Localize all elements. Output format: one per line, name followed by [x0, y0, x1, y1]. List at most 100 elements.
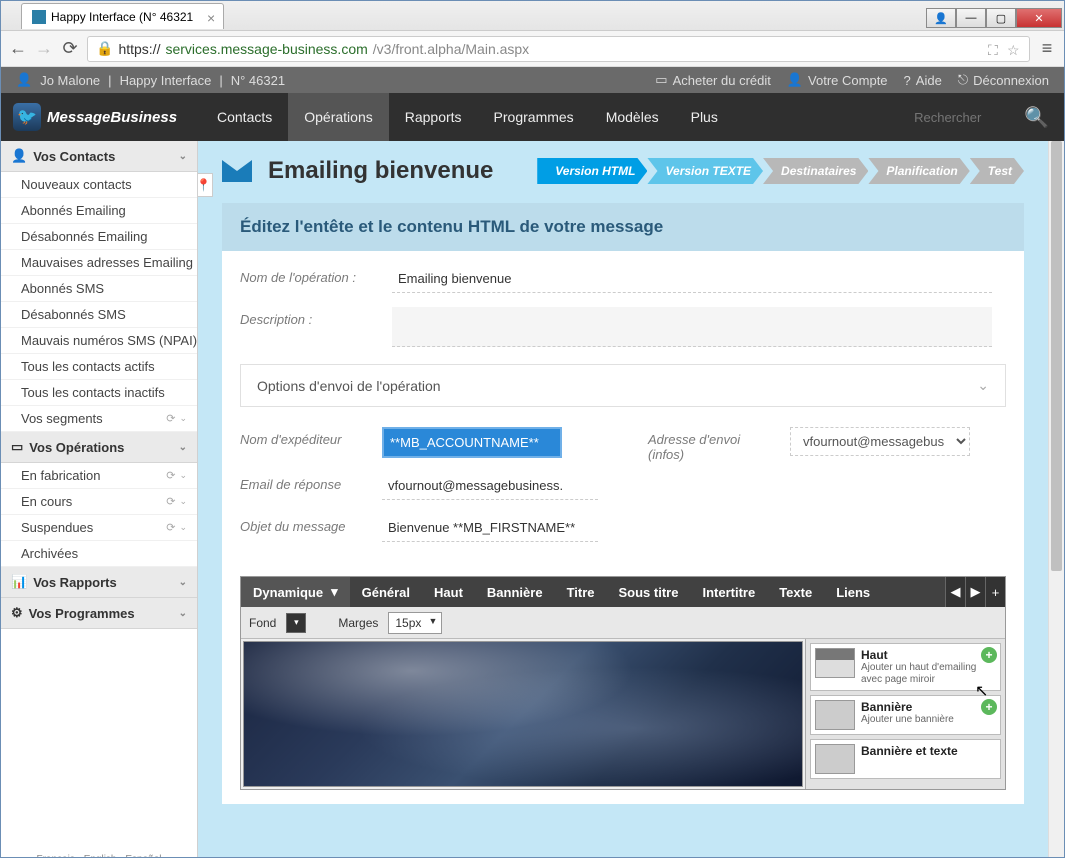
folder-icon: ▭	[11, 439, 23, 455]
reply-email-input[interactable]	[382, 472, 598, 500]
url-input[interactable]: 🔒 https://services.message-business.com/…	[87, 36, 1030, 62]
nav-rapports[interactable]: Rapports	[389, 93, 478, 141]
account-topbar: 👤 Jo Malone | Happy Interface | N° 46321…	[1, 67, 1064, 93]
account-link[interactable]: 👤Votre Compte	[787, 72, 888, 88]
url-domain: services.message-business.com	[165, 41, 367, 57]
translate-icon[interactable]: ⛶	[988, 42, 1002, 56]
next-button[interactable]: ▶	[965, 577, 985, 607]
sidebar-item[interactable]: Suspendues⟳⌄	[1, 515, 197, 541]
sidebar-item[interactable]: Archivées	[1, 541, 197, 567]
nav-operations[interactable]: Opérations	[288, 93, 388, 141]
label-expediteur: Nom d'expéditeur	[240, 427, 370, 447]
star-icon[interactable]: ☆	[1007, 42, 1021, 56]
tab-intertitre[interactable]: Intertitre	[690, 577, 767, 607]
sidebar-item[interactable]: Tous les contacts actifs	[1, 354, 197, 380]
sidebar-programmes-header[interactable]: ⚙Vos Programmes⌄	[1, 598, 197, 629]
reload-icon[interactable]: ⟳	[61, 40, 79, 58]
account-name: Happy Interface	[120, 73, 212, 88]
step-planification[interactable]: Planification	[868, 158, 969, 184]
tab-texte[interactable]: Texte	[767, 577, 824, 607]
scroll-thumb[interactable]	[1051, 141, 1062, 571]
forward-icon[interactable]: →	[35, 40, 53, 58]
tab-soustitre[interactable]: Sous titre	[607, 577, 691, 607]
user-button[interactable]: 👤	[926, 8, 956, 28]
refresh-icon[interactable]: ⟳	[166, 469, 175, 482]
scrollbar[interactable]	[1048, 141, 1064, 857]
sidebar-item[interactable]: Désabonnés Emailing	[1, 224, 197, 250]
url-path: /v3/front.alpha/Main.aspx	[373, 41, 529, 57]
tab-close-icon[interactable]: ×	[207, 10, 215, 26]
nav-modeles[interactable]: Modèles	[590, 93, 675, 141]
step-destinataires[interactable]: Destinataires	[763, 158, 868, 184]
step-test[interactable]: Test	[970, 158, 1024, 184]
tab-general[interactable]: Général	[350, 577, 422, 607]
help-link[interactable]: ?Aide	[904, 73, 942, 88]
chevron-down-icon: ⌄	[179, 522, 187, 533]
tab-banniere[interactable]: Bannière	[475, 577, 555, 607]
back-icon[interactable]: ←	[9, 40, 27, 58]
logout-link[interactable]: ⎋Déconnexion	[958, 72, 1049, 88]
nav-contacts[interactable]: Contacts	[201, 93, 288, 141]
close-button[interactable]: ✕	[1016, 8, 1062, 28]
sidebar-item[interactable]: Désabonnés SMS	[1, 302, 197, 328]
menu-icon[interactable]: ≡	[1038, 40, 1056, 58]
block-banniere-texte[interactable]: Bannière et texte	[810, 739, 1001, 779]
sender-name-input[interactable]	[382, 427, 562, 458]
description-input[interactable]	[392, 307, 992, 347]
buy-credit-link[interactable]: ▭Acheter du crédit	[655, 72, 771, 88]
tab-liens[interactable]: Liens	[824, 577, 882, 607]
sidebar-footer: Français - English - Español Conditions …	[1, 849, 197, 857]
sidebar-item[interactable]: Abonnés SMS	[1, 276, 197, 302]
refresh-icon[interactable]: ⟳	[166, 495, 175, 508]
user-icon: 👤	[16, 72, 32, 88]
sidebar-item[interactable]: En cours⟳⌄	[1, 489, 197, 515]
search-icon[interactable]: 🔍	[1024, 105, 1049, 130]
maximize-button[interactable]: ▢	[986, 8, 1016, 28]
url-bar: ← → ⟳ 🔒 https://services.message-busines…	[1, 31, 1064, 67]
nav-programmes[interactable]: Programmes	[478, 93, 590, 141]
logo[interactable]: 🐦 MessageBusiness	[1, 103, 201, 131]
step-html[interactable]: Version HTML	[537, 158, 647, 184]
minimize-button[interactable]: —	[956, 8, 986, 28]
pin-button[interactable]: 📍	[198, 173, 213, 197]
browser-tab[interactable]: Happy Interface (N° 46321 ×	[21, 3, 224, 29]
nav-plus[interactable]: Plus	[675, 93, 734, 141]
sidebar-item[interactable]: Mauvais numéros SMS (NPAI)	[1, 328, 197, 354]
sidebar-item[interactable]: Tous les contacts inactifs	[1, 380, 197, 406]
block-banniere[interactable]: BannièreAjouter une bannière +	[810, 695, 1001, 735]
step-texte[interactable]: Version TEXTE	[647, 158, 763, 184]
logout-icon: ⎋	[958, 72, 968, 88]
sidebar-item[interactable]: Nouveaux contacts	[1, 172, 197, 198]
chevron-down-icon: ⌄	[179, 608, 187, 619]
add-icon[interactable]: +	[981, 699, 997, 715]
refresh-icon[interactable]: ⟳	[166, 521, 175, 534]
refresh-icon[interactable]: ⟳	[166, 412, 175, 425]
bg-color-picker[interactable]: ▾	[286, 613, 306, 633]
prev-button[interactable]: ◀	[945, 577, 965, 607]
help-icon: ?	[904, 73, 911, 88]
operation-name-input[interactable]	[392, 265, 992, 293]
sidebar-item[interactable]: Mauvaises adresses Emailing	[1, 250, 197, 276]
sidebar-contacts-header[interactable]: 👤Vos Contacts⌄	[1, 141, 197, 172]
sidebar-item[interactable]: Vos segments⟳⌄	[1, 406, 197, 432]
sidebar-operations-header[interactable]: ▭Vos Opérations⌄	[1, 432, 197, 463]
add-icon[interactable]: +	[981, 647, 997, 663]
tab-titre[interactable]: Titre	[555, 577, 607, 607]
sidebar-rapports-header[interactable]: 📊Vos Rapports⌄	[1, 567, 197, 598]
user-icon: 👤	[11, 148, 27, 164]
lang-links[interactable]: Français - English - Español	[5, 853, 193, 857]
sidebar-item[interactable]: En fabrication⟳⌄	[1, 463, 197, 489]
margin-select[interactable]: 15px	[388, 612, 442, 634]
tab-dynamique[interactable]: Dynamique▾	[241, 577, 350, 607]
add-button[interactable]: +	[985, 577, 1005, 607]
tab-haut[interactable]: Haut	[422, 577, 475, 607]
sidebar: 👤Vos Contacts⌄ Nouveaux contacts Abonnés…	[1, 141, 198, 857]
sidebar-item[interactable]: Abonnés Emailing	[1, 198, 197, 224]
options-accordion[interactable]: Options d'envoi de l'opération⌄	[240, 364, 1006, 407]
subject-input[interactable]	[382, 514, 598, 542]
search-input[interactable]	[914, 110, 1014, 125]
send-address-select[interactable]: vfournout@messagebusin	[790, 427, 970, 456]
block-haut[interactable]: HautAjouter un haut d'emailing avec page…	[810, 643, 1001, 691]
panel-header: Éditez l'entête et le contenu HTML de vo…	[222, 203, 1024, 251]
email-preview[interactable]	[243, 641, 803, 787]
